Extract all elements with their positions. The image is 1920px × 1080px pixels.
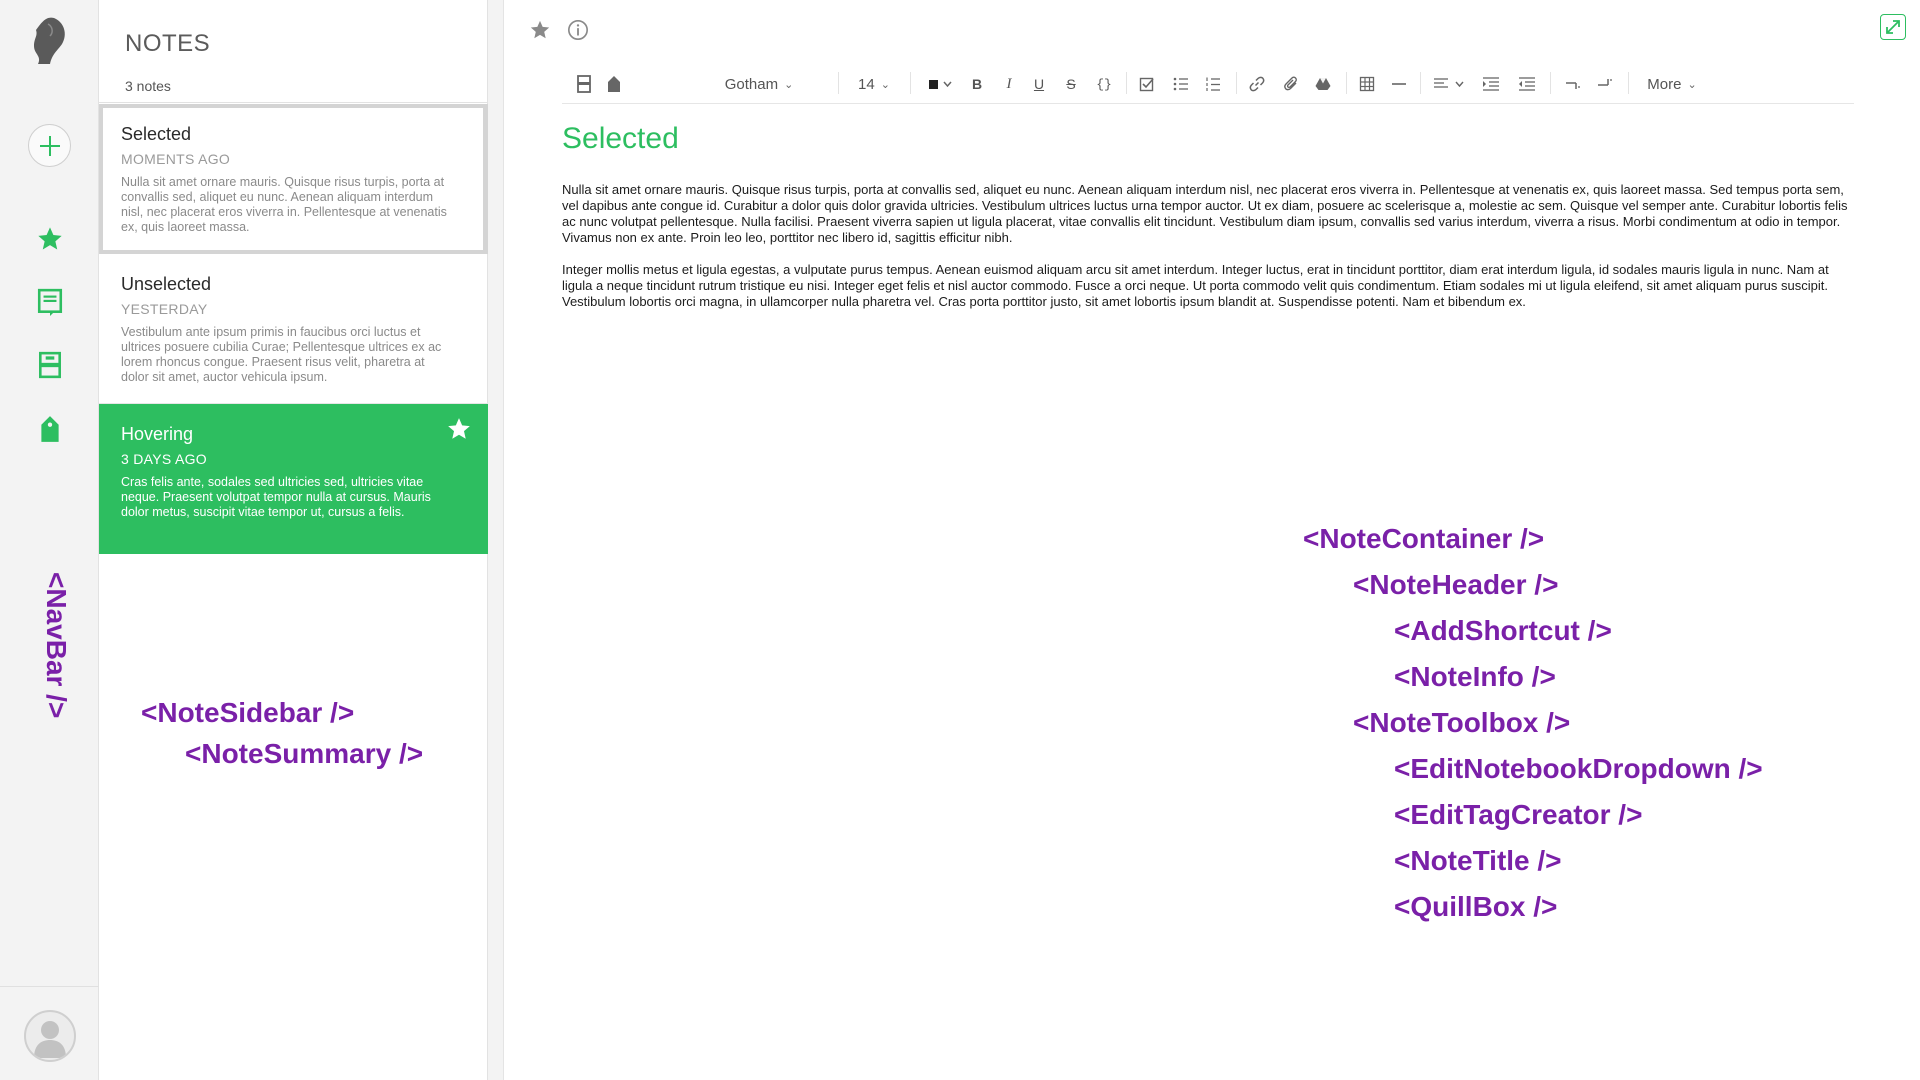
- note-title-annotation: <NoteTitle />: [1394, 845, 1562, 876]
- expand-button[interactable]: [1880, 14, 1906, 40]
- note-toolbox: Gotham ⌄ 14 ⌄ B I U S {} More ⌄: [562, 64, 1854, 104]
- edit-tag-creator-annotation: <EditTagCreator />: [1394, 799, 1643, 830]
- align-left-icon: [1434, 78, 1464, 88]
- navbar: <NavBar />: [0, 0, 99, 1080]
- code-block-icon[interactable]: {}: [1092, 72, 1116, 96]
- horizontal-rule-icon[interactable]: [1388, 72, 1410, 96]
- font-family-dropdown[interactable]: Gotham ⌄: [714, 72, 804, 96]
- underline-icon[interactable]: U: [1028, 72, 1050, 96]
- note-summary-date: 3 DAYS AGO: [121, 451, 207, 467]
- note-info-icon[interactable]: [566, 18, 590, 42]
- chevron-down-icon: ⌄: [784, 78, 794, 91]
- note-summary-title: Selected: [121, 124, 192, 144]
- quill-box-annotation: <QuillBox />: [1394, 891, 1558, 922]
- sidebar-divider: [99, 102, 488, 103]
- superscript-icon[interactable]: [1594, 72, 1616, 96]
- note-summary-date: YESTERDAY: [121, 301, 208, 317]
- toolbar-divider: [1346, 72, 1347, 94]
- bullet-list-icon[interactable]: [1170, 72, 1192, 96]
- note-header-annotation: <NoteHeader />: [1353, 569, 1559, 600]
- notebooks-icon[interactable]: [35, 350, 65, 380]
- toolbar-divider: [910, 72, 911, 94]
- note-paragraph: Integer mollis metus et ligula egestas, …: [562, 262, 1829, 309]
- toolbar-divider: [1420, 72, 1421, 94]
- drive-icon[interactable]: [1312, 72, 1334, 96]
- tag-icon[interactable]: [35, 414, 65, 444]
- chevron-down-icon: ⌄: [1687, 78, 1697, 91]
- font-size-dropdown[interactable]: 14 ⌄: [852, 72, 896, 96]
- bold-icon[interactable]: B: [966, 72, 988, 96]
- note-summary-hovering[interactable]: Hovering 3 DAYS AGO Cras felis ante, sod…: [99, 404, 488, 554]
- toolbar-divider: [1126, 72, 1127, 94]
- sidebar-scrollbar[interactable]: [488, 0, 504, 1080]
- navbar-divider: [0, 986, 99, 987]
- user-avatar-icon: [34, 1021, 66, 1058]
- link-icon[interactable]: [1246, 72, 1268, 96]
- note-info-annotation: <NoteInfo />: [1394, 661, 1556, 692]
- expand-icon: [1886, 20, 1900, 34]
- note-summary-selected[interactable]: Selected MOMENTS AGO Nulla sit amet orna…: [99, 104, 488, 254]
- toolbar-divider: [1550, 72, 1551, 94]
- font-family-label: Gotham: [724, 75, 779, 93]
- note-summary-snippet: Vestibulum ante ipsum primis in faucibus…: [121, 325, 442, 384]
- sidebar-title: NOTES: [125, 30, 211, 57]
- add-shortcut-star-icon[interactable]: [528, 18, 552, 42]
- quill-editor[interactable]: Nulla sit amet ornare mauris. Quisque ri…: [562, 182, 1858, 326]
- color-swatch-icon: [929, 80, 952, 89]
- add-shortcut-annotation: <AddShortcut />: [1394, 615, 1612, 646]
- toolbar-divider: [838, 72, 839, 94]
- note-summary-title: Unselected: [121, 274, 212, 294]
- logo-icon[interactable]: [28, 14, 70, 70]
- chevron-down-icon: ⌄: [880, 78, 890, 91]
- shortcuts-star-icon[interactable]: [35, 224, 65, 254]
- more-label: More: [1647, 75, 1682, 93]
- note-summary-annotation: <NoteSummary />: [185, 738, 424, 769]
- toolbar-divider: [1236, 72, 1237, 94]
- align-dropdown[interactable]: [1430, 72, 1470, 96]
- attachment-icon[interactable]: [1280, 72, 1302, 96]
- subscript-icon[interactable]: [1562, 72, 1584, 96]
- plus-icon: [39, 135, 60, 156]
- note-count: 3 notes: [125, 78, 171, 94]
- numbered-list-icon[interactable]: [1202, 72, 1224, 96]
- strikethrough-icon[interactable]: S: [1060, 72, 1082, 96]
- note-summary-date: MOMENTS AGO: [121, 151, 231, 167]
- navbar-annotation: <NavBar />: [41, 572, 72, 719]
- edit-notebook-dropdown-annotation: <EditNotebookDropdown />: [1394, 753, 1763, 784]
- italic-icon[interactable]: I: [998, 72, 1020, 96]
- table-icon[interactable]: [1356, 72, 1378, 96]
- checkbox-icon[interactable]: [1136, 72, 1158, 96]
- notes-icon[interactable]: [35, 287, 65, 317]
- note-summary-unselected[interactable]: Unselected YESTERDAY Vestibulum ante ips…: [99, 254, 488, 404]
- note-container-annotation: <NoteContainer />: [1303, 523, 1545, 554]
- note-summary-title: Hovering: [121, 424, 194, 444]
- outdent-icon[interactable]: [1516, 72, 1538, 96]
- note-toolbox-annotation: <NoteToolbox />: [1353, 707, 1571, 738]
- notebook-dropdown-icon[interactable]: [574, 72, 594, 96]
- note-summary-snippet: Nulla sit amet ornare mauris. Quisque ri…: [121, 175, 447, 234]
- indent-icon[interactable]: [1480, 72, 1502, 96]
- star-icon[interactable]: [446, 416, 472, 442]
- note-sidebar: NOTES 3 notes Selected MOMENTS AGO Nulla…: [99, 0, 488, 1080]
- font-size-label: 14: [858, 75, 875, 93]
- note-sidebar-annotation: <NoteSidebar />: [141, 697, 355, 728]
- note-summary-snippet: Cras felis ante, sodales sed ultricies s…: [121, 475, 431, 519]
- text-color-dropdown[interactable]: [924, 72, 958, 96]
- more-dropdown[interactable]: More ⌄: [1640, 72, 1704, 96]
- add-note-button[interactable]: [28, 124, 71, 167]
- note-header: [528, 18, 590, 42]
- note-title[interactable]: Selected: [562, 122, 679, 156]
- tag-creator-icon[interactable]: [604, 72, 624, 96]
- toolbar-divider: [1628, 72, 1629, 94]
- avatar[interactable]: [24, 1010, 76, 1062]
- note-paragraph: Nulla sit amet ornare mauris. Quisque ri…: [562, 182, 1848, 245]
